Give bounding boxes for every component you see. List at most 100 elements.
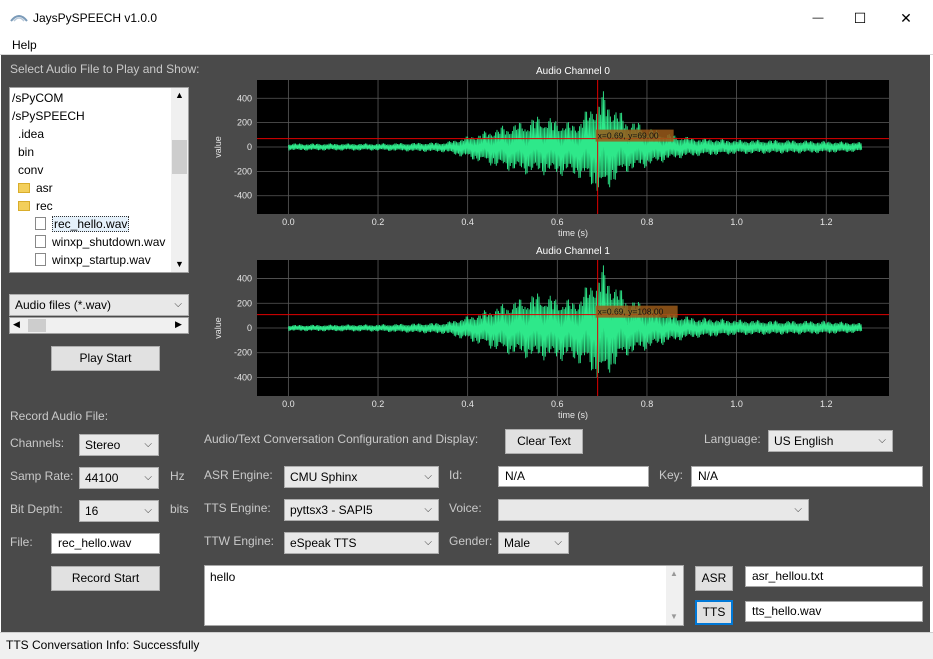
y-tick-label: -200 [234, 166, 252, 176]
tree-item[interactable]: conv [18, 161, 43, 179]
x-tick-label: 0.8 [641, 217, 654, 227]
y-tick-label: 200 [237, 118, 252, 128]
tree-item-label: bin [18, 145, 35, 159]
tree-item-label: rec [36, 199, 53, 213]
ttw-engine-label: TTW Engine: [204, 534, 275, 548]
tree-item-label: winxp_startup.wav [52, 253, 151, 267]
tree-item-label: asr [36, 181, 53, 195]
title-bar: JaysPySPEECH v1.0.0 — ☐ ✕ [0, 0, 933, 36]
tts-engine-value: pyttsx3 - SAPI5 [290, 503, 373, 517]
file-label: File: [10, 535, 33, 549]
bit-depth-value: 16 [85, 504, 99, 518]
tree-item[interactable] [18, 269, 36, 272]
tree-item-label: winxp_shutdown.wav [52, 235, 166, 249]
file-tree[interactable]: /sPyCOM/sPySPEECH .idea bin conv asr rec rec_h… [9, 87, 189, 273]
samp-rate-value: 44100 [85, 471, 119, 485]
gender-value: Male [504, 536, 531, 550]
asr-engine-select[interactable]: CMU Sphinx ⌵ [284, 466, 439, 488]
tree-item-label: /sPyCOM [12, 91, 64, 105]
x-tick-label: 1.0 [730, 217, 743, 227]
h-scroll-thumb[interactable] [28, 319, 46, 332]
tree-scroll-thumb[interactable] [172, 140, 187, 174]
channels-select[interactable]: Stereo ⌵ [79, 434, 159, 456]
scroll-up-icon[interactable]: ▲ [175, 90, 184, 100]
channels-label: Channels: [10, 436, 65, 450]
maximize-button[interactable]: ☐ [837, 0, 883, 36]
tts-file-input[interactable]: tts_hello.wav [745, 601, 923, 622]
tree-item[interactable]: winxp_shutdown.wav [35, 233, 165, 251]
tree-item-label: .idea [18, 127, 45, 141]
tts-engine-label: TTS Engine: [204, 501, 271, 515]
tts-engine-select[interactable]: pyttsx3 - SAPI5 ⌵ [284, 499, 439, 521]
asr-file-input[interactable]: asr_hellou.txt [745, 566, 923, 587]
folder-icon [18, 183, 30, 193]
key-input[interactable]: N/A [691, 466, 923, 487]
y-tick-label: 200 [237, 298, 252, 308]
cursor-label: x=0.69, y=108.00 [598, 307, 664, 317]
tree-item[interactable]: /sPySPEECH [12, 107, 85, 125]
clear-text-button[interactable]: Clear Text [505, 429, 583, 454]
x-axis-label: time (s) [558, 228, 588, 238]
play-start-button[interactable]: Play Start [51, 346, 160, 371]
chevron-down-icon: ⌵ [554, 537, 562, 548]
tree-item-label: conv [18, 163, 44, 177]
scroll-down-icon[interactable]: ▼ [670, 612, 678, 621]
ttw-engine-select[interactable]: eSpeak TTS ⌵ [284, 532, 439, 554]
channels-value: Stereo [85, 438, 121, 452]
window-title: JaysPySPEECH v1.0.0 [33, 11, 158, 25]
x-tick-label: 0.8 [641, 399, 654, 409]
chart-title: Audio Channel 1 [536, 246, 610, 257]
samp-rate-label: Samp Rate: [10, 469, 74, 483]
menu-help[interactable]: Help [12, 38, 37, 52]
chevron-down-icon: ⌵ [144, 472, 152, 483]
scroll-left-icon[interactable]: ◀ [13, 319, 20, 330]
language-select[interactable]: US English ⌵ [768, 430, 893, 452]
x-tick-label: 1.0 [730, 399, 743, 409]
conversation-textarea[interactable]: hello ▲ ▼ [204, 565, 684, 626]
language-label: Language: [704, 432, 761, 446]
textarea-scrollbar[interactable]: ▲ ▼ [666, 566, 683, 625]
gender-label: Gender: [449, 534, 493, 548]
record-file-input[interactable]: rec_hello.wav [51, 533, 160, 554]
y-tick-label: 0 [247, 323, 252, 333]
tree-item[interactable]: bin [18, 143, 34, 161]
asr-engine-value: CMU Sphinx [290, 470, 358, 484]
file-filter-value: Audio files (*.wav) [15, 298, 112, 312]
tree-item[interactable]: rec [18, 197, 53, 215]
file-icon [35, 235, 46, 248]
tree-item[interactable]: winxp_startup.wav [35, 251, 151, 269]
tree-item[interactable]: .idea [18, 125, 44, 143]
samp-rate-select[interactable]: 44100 ⌵ [79, 467, 159, 489]
asr-button[interactable]: ASR [695, 566, 733, 591]
cursor-label: x=0.69, y=69.00 [598, 131, 659, 141]
close-button[interactable]: ✕ [883, 0, 929, 36]
close-icon: ✕ [900, 9, 912, 26]
waveform-plots: Audio Channel 0 0.0 0.2 0.4 0.6 0.8 1.0 1.2 400 2… [213, 66, 889, 420]
id-input[interactable]: N/A [498, 466, 649, 487]
tree-horizontal-scrollbar[interactable]: ◀ ▶ [9, 317, 189, 334]
tree-item-label: rec_hello.wav [52, 216, 130, 232]
chevron-down-icon: ⌵ [794, 504, 802, 515]
tts-button[interactable]: TTS [695, 600, 733, 625]
maximize-icon: ☐ [853, 9, 867, 26]
chevron-down-icon: ⌵ [144, 505, 152, 516]
tree-item[interactable]: rec_hello.wav [35, 215, 130, 233]
y-axis-label: value [213, 317, 223, 339]
tree-vertical-scrollbar[interactable]: ▲ ▼ [171, 88, 188, 272]
tree-item[interactable]: /sPyCOM [12, 89, 63, 107]
scroll-up-icon[interactable]: ▲ [670, 569, 678, 578]
scroll-down-icon[interactable]: ▼ [175, 259, 184, 269]
record-start-button[interactable]: Record Start [51, 566, 160, 591]
voice-select[interactable]: ⌵ [498, 499, 809, 521]
tree-item[interactable]: asr [18, 179, 53, 197]
gender-select[interactable]: Male ⌵ [498, 532, 569, 554]
x-tick-label: 1.2 [820, 399, 833, 409]
scroll-right-icon[interactable]: ▶ [175, 319, 182, 330]
x-axis-label: time (s) [558, 410, 588, 420]
menu-bar: Help [0, 36, 933, 55]
bit-depth-select[interactable]: 16 ⌵ [79, 500, 159, 522]
chevron-down-icon: ⌵ [878, 435, 886, 446]
file-filter-select[interactable]: Audio files (*.wav) ⌵ [9, 294, 189, 316]
key-label: Key: [659, 468, 684, 482]
minimize-button[interactable]: — [795, 0, 841, 36]
